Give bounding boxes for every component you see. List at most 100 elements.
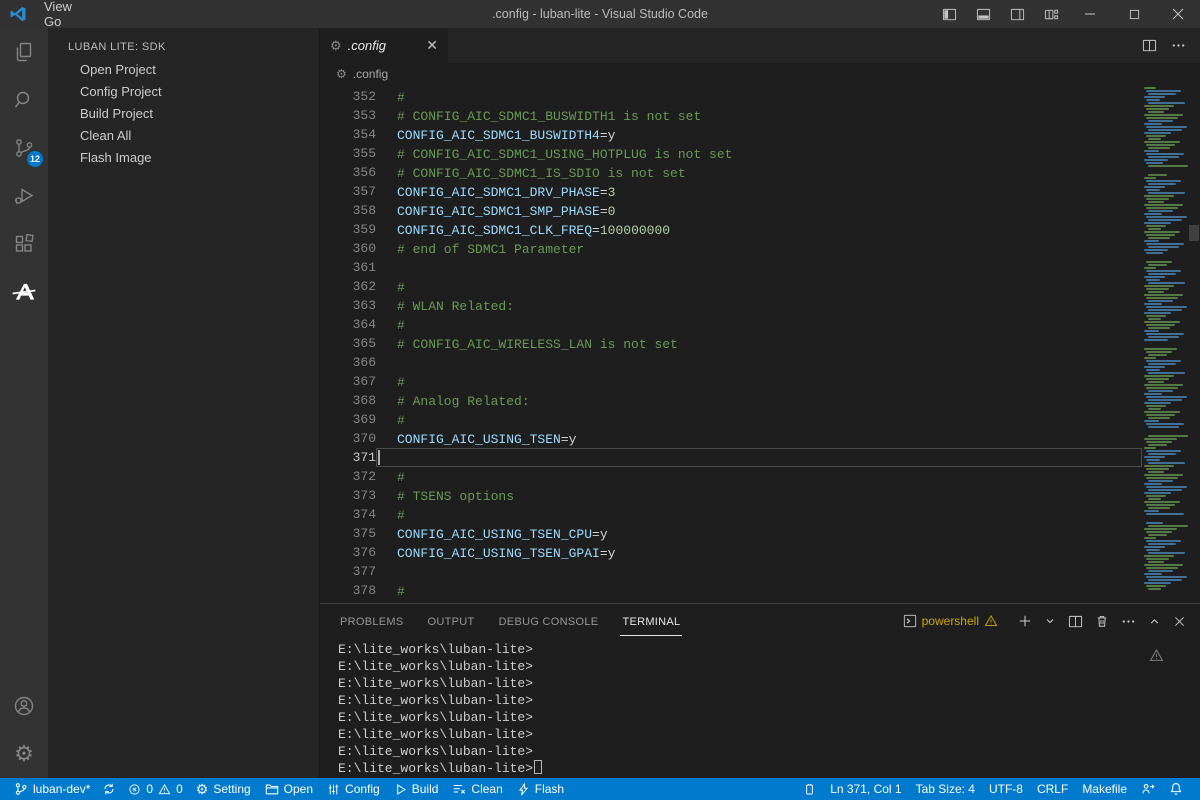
code-line-376[interactable]: 376CONFIG_AIC_USING_TSEN_GPAI=y [320, 543, 1142, 562]
extensions-icon[interactable] [0, 220, 48, 268]
statusbar-open-button[interactable]: Open [258, 778, 320, 800]
code-line-357[interactable]: 357CONFIG_AIC_SDMC1_DRV_PHASE=3 [320, 182, 1142, 201]
toggle-sidebar-icon[interactable] [932, 0, 966, 28]
luban-sdk-plugin-icon[interactable] [0, 268, 48, 316]
scrollbar-slider[interactable] [1189, 225, 1199, 241]
code-line-366[interactable]: 366 [320, 353, 1142, 372]
sidebar-item-build-project[interactable]: Build Project [48, 103, 319, 125]
menu-view[interactable]: View [35, 0, 106, 14]
statusbar-clean-button[interactable]: Clean [445, 778, 509, 800]
code-line-378[interactable]: 378# [320, 581, 1142, 600]
line-number: 375 [320, 524, 376, 543]
settings-file-icon: ⚙ [330, 38, 342, 54]
customize-layout-icon[interactable] [1034, 0, 1068, 28]
line-number: 377 [320, 562, 376, 581]
maximize-button[interactable] [1112, 0, 1156, 28]
code-line-364[interactable]: 364# [320, 315, 1142, 334]
code-line-361[interactable]: 361 [320, 258, 1142, 277]
code-line-368[interactable]: 368# Analog Related: [320, 391, 1142, 410]
problems-status[interactable]: 0 0 [122, 778, 188, 800]
explorer-icon[interactable] [0, 28, 48, 76]
code-line-363[interactable]: 363# WLAN Related: [320, 296, 1142, 315]
port-status[interactable] [796, 778, 823, 800]
sidebar-item-clean-all[interactable]: Clean All [48, 125, 319, 147]
code-line-358[interactable]: 358CONFIG_AIC_SDMC1_SMP_PHASE=0 [320, 201, 1142, 220]
indentation-status[interactable]: Tab Size: 4 [909, 778, 982, 800]
tab-config[interactable]: ⚙ .config ✕ [320, 28, 448, 63]
sidebar-item-flash-image[interactable]: Flash Image [48, 147, 319, 169]
branch-status[interactable]: luban-dev* [8, 778, 96, 800]
code-line-370[interactable]: 370CONFIG_AIC_USING_TSEN=y [320, 429, 1142, 448]
split-editor-icon[interactable] [1142, 38, 1157, 53]
statusbar-build-button[interactable]: Build [387, 778, 446, 800]
tab-close-icon[interactable]: ✕ [424, 37, 440, 54]
account-icon[interactable] [0, 682, 48, 730]
panel-tab-problems[interactable]: PROBLEMS [338, 607, 406, 636]
eol-status[interactable]: CRLF [1030, 778, 1075, 800]
code-line-359[interactable]: 359CONFIG_AIC_SDMC1_CLK_FREQ=100000000 [320, 220, 1142, 239]
line-number: 374 [320, 505, 376, 524]
code-line-375[interactable]: 375CONFIG_AIC_USING_TSEN_CPU=y [320, 524, 1142, 543]
code-line-374[interactable]: 374# [320, 505, 1142, 524]
code-line-360[interactable]: 360# end of SDMC1 Parameter [320, 239, 1142, 258]
code-line-355[interactable]: 355# CONFIG_AIC_SDMC1_USING_HOTPLUG is n… [320, 144, 1142, 163]
manage-gear-icon[interactable]: ⚙ [0, 730, 48, 778]
toggle-panel-icon[interactable] [966, 0, 1000, 28]
line-number: 373 [320, 486, 376, 505]
minimap[interactable] [1142, 85, 1188, 603]
new-terminal-icon[interactable] [1018, 614, 1032, 628]
toggle-secondary-sidebar-icon[interactable] [1000, 0, 1034, 28]
split-terminal-icon[interactable] [1068, 614, 1083, 629]
code-line-377[interactable]: 377 [320, 562, 1142, 581]
menu-go[interactable]: Go [35, 14, 106, 29]
close-panel-icon[interactable] [1173, 615, 1186, 628]
statusbar-flash-button[interactable]: Flash [510, 778, 571, 800]
statusbar-config-button[interactable]: Config [320, 778, 387, 800]
code-line-352[interactable]: 352# [320, 87, 1142, 106]
line-number: 367 [320, 372, 376, 391]
panel-tab-output[interactable]: OUTPUT [426, 607, 477, 636]
run-debug-icon[interactable] [0, 172, 48, 220]
code-line-371[interactable]: 371 [320, 448, 1142, 467]
notifications-status[interactable] [1162, 778, 1190, 800]
code-line-353[interactable]: 353# CONFIG_AIC_SDMC1_BUSWIDTH1 is not s… [320, 106, 1142, 125]
panel-more-actions-icon[interactable] [1121, 614, 1136, 629]
source-control-icon[interactable]: 12 [0, 124, 48, 172]
shell-name[interactable]: powershell [922, 614, 979, 628]
editor-scrollbar[interactable] [1188, 85, 1200, 603]
language-mode-status[interactable]: Makefile [1075, 778, 1134, 800]
code-line-369[interactable]: 369# [320, 410, 1142, 429]
code-line-365[interactable]: 365# CONFIG_AIC_WIRELESS_LAN is not set [320, 334, 1142, 353]
feedback-status[interactable] [1134, 778, 1162, 800]
panel-tab-debug-console[interactable]: DEBUG CONSOLE [497, 607, 601, 636]
close-window-button[interactable] [1156, 0, 1200, 28]
statusbar-button-label: Clean [471, 782, 502, 796]
editor-more-actions-icon[interactable] [1171, 38, 1186, 53]
search-icon[interactable] [0, 76, 48, 124]
minimize-button[interactable] [1068, 0, 1112, 28]
code-line-373[interactable]: 373# TSENS options [320, 486, 1142, 505]
encoding-status[interactable]: UTF-8 [982, 778, 1030, 800]
statusbar-setting-button[interactable]: ⚙Setting [189, 778, 258, 800]
code-editor[interactable]: 352#353# CONFIG_AIC_SDMC1_BUSWIDTH1 is n… [320, 85, 1200, 603]
cursor-position-status[interactable]: Ln 371, Col 1 [823, 778, 908, 800]
code-line-362[interactable]: 362# [320, 277, 1142, 296]
panel-tab-terminal[interactable]: TERMINAL [620, 607, 682, 636]
kill-terminal-icon[interactable] [1095, 614, 1109, 628]
sidebar-item-open-project[interactable]: Open Project [48, 59, 319, 81]
terminal-dropdown-icon[interactable] [1044, 615, 1056, 627]
code-line-372[interactable]: 372# [320, 467, 1142, 486]
code-line-367[interactable]: 367# [320, 372, 1142, 391]
terminal-output[interactable]: E:\lite_works\luban-lite>E:\lite_works\l… [320, 638, 1200, 778]
sidebar-item-config-project[interactable]: Config Project [48, 81, 319, 103]
branch-label: luban-dev* [33, 782, 90, 796]
sync-icon [102, 782, 116, 796]
port-icon [803, 783, 816, 796]
code-line-354[interactable]: 354CONFIG_AIC_SDMC1_BUSWIDTH4=y [320, 125, 1142, 144]
line-number: 359 [320, 220, 376, 239]
line-number: 361 [320, 258, 376, 277]
sync-status[interactable] [96, 778, 122, 800]
code-line-356[interactable]: 356# CONFIG_AIC_SDMC1_IS_SDIO is not set [320, 163, 1142, 182]
maximize-panel-icon[interactable] [1148, 615, 1161, 628]
breadcrumb[interactable]: ⚙ .config [320, 63, 1200, 85]
